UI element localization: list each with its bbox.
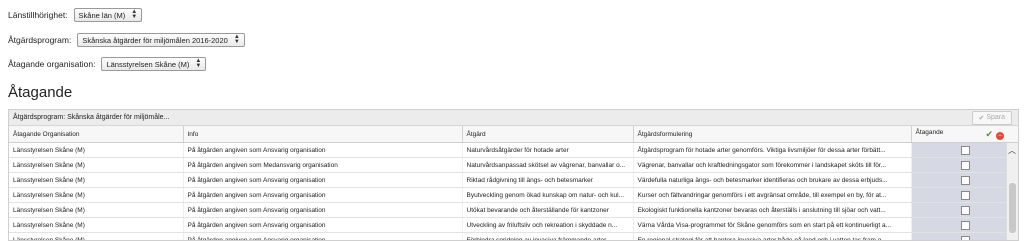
cell-info: På åtgärden angiven som Ansvarig organis… [183,172,463,188]
atagande-org-select[interactable]: Länsstyrelsen Skåne (M) ▲ ▼ [101,57,207,71]
select-arrows-icon: ▲ ▼ [233,34,240,45]
table-row[interactable]: Länsstyrelsen Skåne (M) På åtgärden angiv… [9,157,1018,173]
select-value: Länsstyrelsen Skåne (M) [106,59,190,69]
header-info[interactable]: Info [183,126,463,143]
cell-atagande [911,172,1018,188]
header-atagande-label: Åtagande [915,128,944,136]
cell-atgard: Förhindra spridning av invasiva främmand… [462,232,634,240]
scrollbar[interactable]: ︿ [1006,143,1018,240]
save-button[interactable]: ✔ Spara [971,110,1012,125]
select-arrows-icon: ▲ ▼ [131,9,138,20]
atagande-panel: Åtgärdsprogram: Skånska åtgärder för mil… [8,109,1019,241]
atagande-checkbox[interactable] [961,235,971,240]
cell-info: På åtgärden angiven som Ansvarig organis… [183,187,463,203]
panel-toolbar: Åtgärdsprogram: Skånska åtgärder för mil… [9,110,1018,126]
cell-info: På åtgärden angiven som Ansvarig organis… [183,217,463,233]
atagande-checkbox[interactable] [961,175,971,185]
cell-organisation: Länsstyrelsen Skåne (M) [9,157,184,173]
cell-atgardsformulering: Ekologiskt funktionella kantzoner bevara… [633,202,912,218]
cell-atgardsformulering: Värdefulla naturliga ängs- och betesmark… [633,172,912,188]
header-atgardsformulering[interactable]: Åtgärdsformulering [633,126,912,143]
table-header-row: Åtagande Organisation Info Åtgärd Åtgärd… [9,126,1018,143]
table-row[interactable]: Länsstyrelsen Skåne (M) På åtgärden angiv… [9,187,1018,203]
filter-atgardsprogram: Åtgärdsprogram: Skånska åtgärder för mil… [8,33,245,47]
checkmark-icon[interactable]: ✔ [985,129,993,139]
filter-lanstillhorighet: Länstillhörighet: Skåne län (M) ▲ ▼ [8,8,143,22]
cell-atagande [911,232,1018,240]
cell-organisation: Länsstyrelsen Skåne (M) [9,187,184,203]
cell-atgard: Byutveckling genom ökad kunskap om natur… [462,187,634,203]
cell-atgardsformulering: Vägrenar, banvallar och kraftledningsgat… [633,157,912,173]
cell-organisation: Länsstyrelsen Skåne (M) [9,217,184,233]
scroll-thumb[interactable] [1009,183,1016,233]
select-value: Skåne län (M) [78,10,126,20]
header-atagande[interactable]: Åtagande ✔ − [911,126,1018,143]
cell-organisation: Länsstyrelsen Skåne (M) [9,172,184,188]
cell-atgardsformulering: En regional strategi för att hantera inv… [633,232,912,240]
cell-info: På åtgärden angiven som Ansvarig organis… [183,202,463,218]
table-row[interactable]: Länsstyrelsen Skåne (M) På åtgärden angiv… [9,142,1018,158]
atagande-checkbox[interactable] [961,145,971,155]
table-row[interactable]: Länsstyrelsen Skåne (M) På åtgärden angiv… [9,217,1018,233]
atagande-checkbox[interactable] [961,160,971,170]
save-label: Spara [986,114,1005,121]
atagande-checkbox[interactable] [961,220,971,230]
cell-info: På åtgärden angiven som Ansvarig organis… [183,142,463,158]
cell-info: På åtgärden angiven som Ansvarig organis… [183,232,463,240]
cell-organisation: Länsstyrelsen Skåne (M) [9,142,184,158]
select-value: Skånska åtgärder för miljömålen 2016-202… [82,35,228,45]
cell-atgard: Riktad rådgivning till ängs- och betesma… [462,172,634,188]
cell-atagande [911,157,1018,173]
lanstillhorighet-select[interactable]: Skåne län (M) ▲ ▼ [73,8,143,22]
atagande-checkbox[interactable] [961,190,971,200]
table-row[interactable]: Länsstyrelsen Skåne (M) På åtgärden angiv… [9,172,1018,188]
filter-atagande-org: Åtagande organisation: Länsstyrelsen Skå… [8,57,207,71]
chevron-up-icon[interactable]: ︿ [1008,145,1016,156]
cell-atagande [911,202,1018,218]
cell-atagande [911,217,1018,233]
cell-atgardsformulering: Kurser och fältvandringar genomförs i et… [633,187,912,203]
header-atgard[interactable]: Åtgärd [462,126,634,143]
table-row[interactable]: Länsstyrelsen Skåne (M) På åtgärden angiv… [9,232,1018,240]
filter-label: Åtagande organisation: [8,59,96,69]
page-title: Åtagande [8,84,73,101]
filter-label: Länstillhörighet: [8,10,68,20]
cell-atagande [911,187,1018,203]
table-row[interactable]: Länsstyrelsen Skåne (M) På åtgärden angiv… [9,202,1018,218]
cell-organisation: Länsstyrelsen Skåne (M) [9,202,184,218]
atgardsprogram-select[interactable]: Skånska åtgärder för miljömålen 2016-202… [77,33,245,47]
cell-atgard: Naturvårdsåtgärder för hotade arter [462,142,634,158]
cancel-icon[interactable]: − [996,131,1004,140]
cell-atgardsformulering: Åtgärdsprogram för hotade arter genomför… [633,142,912,158]
atagande-checkbox[interactable] [961,205,971,215]
cell-organisation: Länsstyrelsen Skåne (M) [9,232,184,240]
atagande-table: Åtagande Organisation Info Åtgärd Åtgärd… [9,126,1018,240]
cell-info: På åtgärden angiven som Medansvarig orga… [183,157,463,173]
cell-atgardsformulering: Värna Vårda Visa-programmet för Skåne ge… [633,217,912,233]
filter-label: Åtgärdsprogram: [8,35,72,45]
program-label: Åtgärdsprogram: Skånska åtgärder för mil… [13,114,170,121]
select-arrows-icon: ▲ ▼ [195,58,202,69]
cell-atagande [911,142,1018,158]
cell-atgard: Naturvårdsanpassad skötsel av vägrenar, … [462,157,634,173]
cell-atgard: Utveckling av friluftsliv och rekreation… [462,217,634,233]
header-organisation[interactable]: Åtagande Organisation [9,126,184,143]
cell-atgard: Utökat bevarande och återställande för k… [462,202,634,218]
